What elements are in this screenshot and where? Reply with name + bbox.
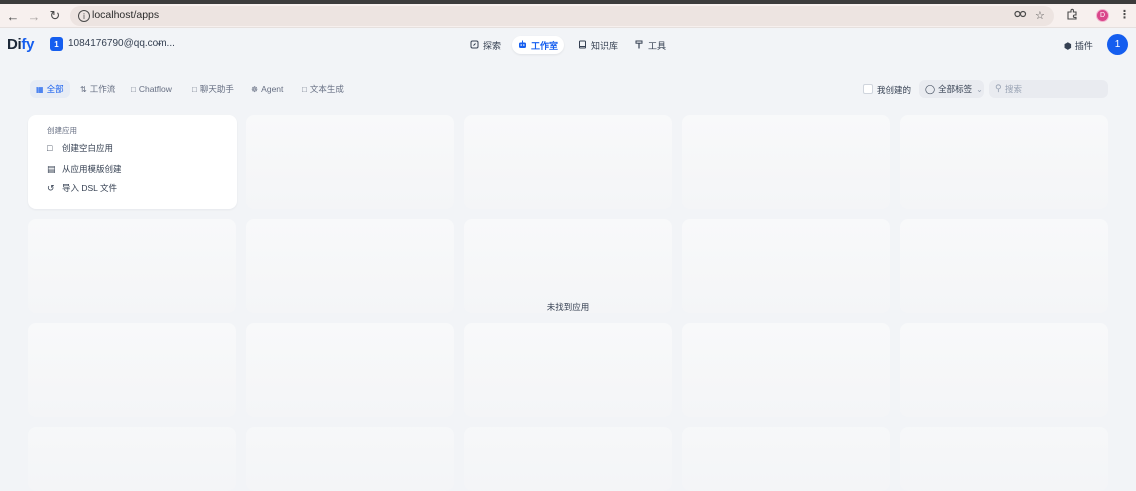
search-box[interactable]: ⚲ [989, 80, 1108, 98]
app-card-placeholder [900, 115, 1108, 209]
tab-chat-assistant[interactable]: □ 聊天助手 [186, 80, 240, 98]
nav-explore[interactable]: 探索 [464, 36, 507, 54]
site-info-icon[interactable]: i [78, 10, 90, 22]
hammer-icon [635, 40, 644, 51]
tab-chatflow[interactable]: □ Chatflow [125, 80, 178, 98]
extensions-icon[interactable] [1066, 8, 1078, 23]
menu-dots-icon[interactable]: ⋮ [1119, 8, 1130, 21]
back-icon[interactable]: ← [4, 7, 22, 25]
dify-logo[interactable]: Dify [7, 36, 34, 53]
grid-icon: ▦ [36, 84, 44, 94]
tab-text-generation[interactable]: □ 文本生成 [296, 80, 350, 98]
app-card-placeholder [682, 427, 890, 491]
app-card-placeholder [246, 323, 454, 417]
app-card-placeholder [900, 323, 1108, 417]
reload-icon[interactable]: ↻ [46, 7, 64, 25]
password-key-icon[interactable] [1014, 9, 1027, 22]
chevron-down-icon[interactable]: ⌄ [156, 38, 163, 47]
robot-icon [518, 40, 527, 51]
chevron-down-icon: ⌄ [976, 84, 983, 94]
doc-icon: □ [302, 84, 307, 94]
app-card-placeholder [28, 323, 236, 417]
create-app-title: 创建应用 [47, 126, 77, 135]
app-card-placeholder [246, 115, 454, 209]
url-text[interactable]: localhost/apps [92, 9, 159, 21]
address-bar[interactable]: i localhost/apps ☆ [70, 6, 1054, 26]
workflow-icon: ⇅ [80, 84, 87, 94]
app-card-placeholder [28, 219, 236, 313]
nav-knowledge[interactable]: 知识库 [572, 36, 624, 54]
template-icon: ▤ [47, 163, 56, 174]
empty-state-message: 未找到应用 [546, 302, 590, 312]
tab-all[interactable]: ▦ 全部 [30, 80, 70, 98]
browser-profile-avatar[interactable]: D [1096, 9, 1109, 22]
nav-tools[interactable]: 工具 [629, 36, 672, 54]
tag-icon: ◯ [925, 83, 936, 94]
app-header: Dify 1 1084176790@qq.com... ⌄ 探索 工作室 知识库… [0, 28, 1136, 62]
app-card-placeholder [28, 427, 236, 491]
app-card-placeholder [682, 219, 890, 313]
create-app-card: 创建应用 □ 创建空白应用 ▤ 从应用模版创建 ↺ 导入 DSL 文件 [28, 115, 237, 209]
tab-agent[interactable]: ☸ Agent [245, 80, 289, 98]
bookmark-star-icon[interactable]: ☆ [1035, 9, 1045, 22]
cube-icon: ⬢ [1064, 41, 1072, 51]
workspace-avatar[interactable]: 1 [50, 37, 63, 51]
forward-icon[interactable]: → [25, 7, 43, 25]
app-card-placeholder [900, 427, 1108, 491]
app-card-placeholder [246, 427, 454, 491]
search-icon: ⚲ [995, 83, 1002, 93]
book-icon [578, 40, 587, 51]
import-dsl-button[interactable]: ↺ 导入 DSL 文件 [47, 182, 117, 194]
app-card-placeholder [464, 323, 672, 417]
create-blank-app-button[interactable]: □ 创建空白应用 [47, 142, 113, 154]
app-card-placeholder [900, 219, 1108, 313]
user-avatar[interactable]: 1 [1107, 34, 1128, 55]
compass-icon [470, 40, 479, 51]
create-from-template-button[interactable]: ▤ 从应用模版创建 [47, 163, 122, 175]
created-by-me-label[interactable]: 我创建的 [877, 84, 911, 96]
chatflow-icon: □ [131, 84, 136, 94]
agent-icon: ☸ [251, 84, 259, 94]
app-card-placeholder [682, 115, 890, 209]
tab-workflow[interactable]: ⇅ 工作流 [74, 80, 121, 98]
app-card-placeholder [464, 219, 672, 313]
app-card-placeholder [464, 427, 672, 491]
chat-icon: □ [192, 84, 197, 94]
app-card-placeholder [682, 323, 890, 417]
search-input[interactable] [1005, 82, 1103, 96]
app-card-placeholder [464, 115, 672, 209]
import-icon: ↺ [47, 182, 55, 193]
app-card-placeholder [246, 219, 454, 313]
tag-filter-dropdown[interactable]: ◯ 全部标签 ⌄ [919, 80, 984, 98]
new-file-icon: □ [47, 143, 53, 153]
plugins-button[interactable]: ⬢ 插件 [1064, 39, 1093, 52]
browser-toolbar: ← → ↻ i localhost/apps ☆ D ⋮ [0, 4, 1136, 28]
nav-studio[interactable]: 工作室 [512, 36, 565, 54]
created-by-me-checkbox[interactable] [863, 84, 873, 94]
